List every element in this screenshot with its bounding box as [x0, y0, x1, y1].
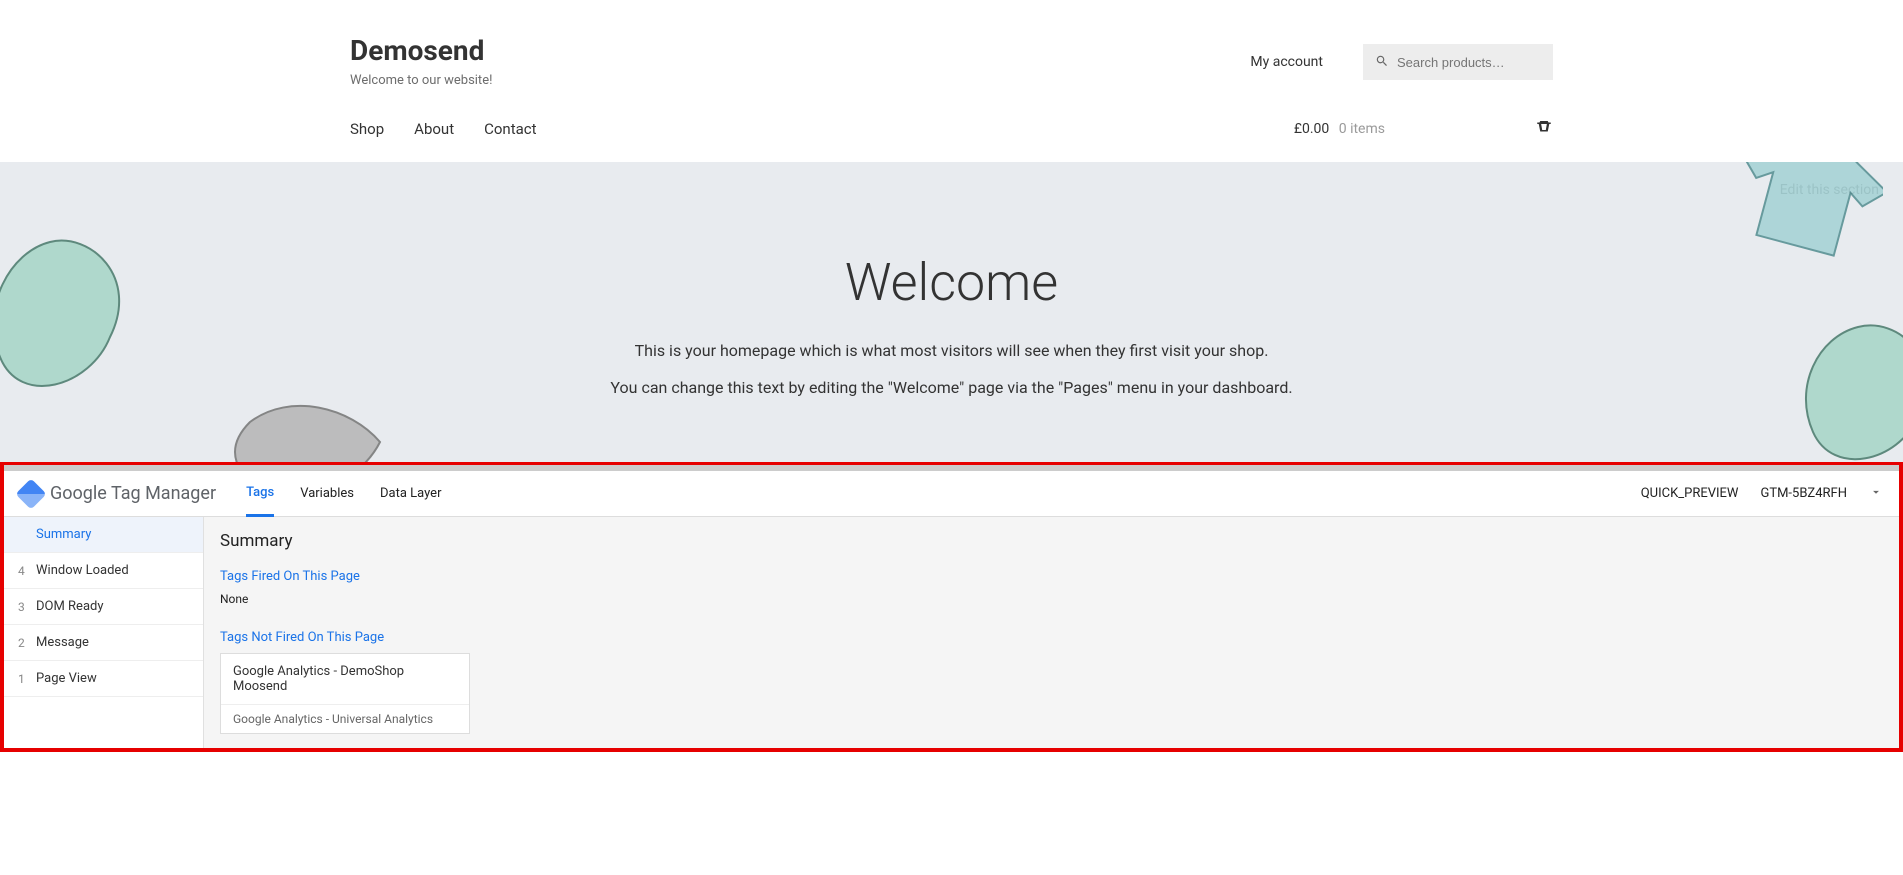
- gtm-side-dom-ready[interactable]: 3 DOM Ready: [4, 589, 203, 625]
- gtm-debug-panel: Google Tag Manager Tags Variables Data L…: [0, 462, 1903, 752]
- site-tagline: Welcome to our website!: [350, 73, 492, 88]
- gtm-logo-text: Google Tag Manager: [50, 483, 216, 504]
- site-title: Demosend: [350, 34, 492, 67]
- cart-items: 0 items: [1339, 121, 1385, 137]
- chevron-down-icon[interactable]: [1869, 485, 1883, 503]
- hero-line2: You can change this text by editing the …: [0, 378, 1903, 397]
- hero-line1: This is your homepage which is what most…: [0, 341, 1903, 360]
- gtm-tabs: Tags Variables Data Layer: [246, 471, 441, 517]
- nav-row: Shop About Contact £0.00 0 items: [0, 88, 1903, 162]
- search-box[interactable]: [1363, 44, 1553, 80]
- nav-contact[interactable]: Contact: [484, 120, 536, 138]
- nav-links: Shop About Contact: [350, 120, 537, 138]
- gtm-header-right: QUICK_PREVIEW GTM-5BZ4RFH: [1641, 485, 1883, 503]
- gtm-side-label: Window Loaded: [36, 563, 129, 578]
- gtm-header: Google Tag Manager Tags Variables Data L…: [4, 471, 1899, 517]
- gtm-side-label: Summary: [36, 527, 91, 542]
- decor-pants: [230, 402, 390, 462]
- search-input[interactable]: [1397, 55, 1541, 70]
- cart-price: £0.00: [1294, 121, 1329, 137]
- nav-about[interactable]: About: [414, 120, 454, 138]
- gtm-mode: QUICK_PREVIEW: [1641, 486, 1739, 501]
- gtm-tag-card[interactable]: Google Analytics - DemoShop Moosend Goog…: [220, 653, 470, 734]
- gtm-logo: Google Tag Manager: [20, 483, 216, 505]
- gtm-side-page-view[interactable]: 1 Page View: [4, 661, 203, 697]
- gtm-logo-icon: [15, 478, 46, 509]
- cart-area[interactable]: £0.00 0 items: [1294, 118, 1553, 140]
- gtm-tag-type: Google Analytics - Universal Analytics: [221, 704, 469, 733]
- my-account-link[interactable]: My account: [1250, 54, 1323, 70]
- brand-block: Demosend Welcome to our website!: [350, 34, 492, 88]
- hero-section: Edit this section Welcome This is your h…: [0, 162, 1903, 462]
- gtm-body: Summary 4 Window Loaded 3 DOM Ready 2 Me…: [4, 517, 1899, 748]
- gtm-fired-label: Tags Fired On This Page: [220, 569, 1883, 584]
- gtm-side-label: Message: [36, 635, 89, 650]
- gtm-fired-none: None: [220, 592, 1883, 606]
- gtm-sidebar: Summary 4 Window Loaded 3 DOM Ready 2 Me…: [4, 517, 204, 748]
- nav-shop[interactable]: Shop: [350, 120, 384, 138]
- gtm-side-summary[interactable]: Summary: [4, 517, 203, 553]
- cart-icon[interactable]: [1535, 118, 1553, 140]
- gtm-tab-datalayer[interactable]: Data Layer: [380, 472, 442, 515]
- decor-hoodie-left: [0, 237, 130, 407]
- header-right: My account: [1250, 44, 1553, 80]
- gtm-tab-variables[interactable]: Variables: [300, 472, 354, 515]
- hero-heading: Welcome: [0, 162, 1903, 313]
- gtm-main: Summary Tags Fired On This Page None Tag…: [204, 517, 1899, 748]
- gtm-tab-tags[interactable]: Tags: [246, 471, 274, 517]
- gtm-container-id: GTM-5BZ4RFH: [1760, 486, 1847, 501]
- gtm-side-label: Page View: [36, 671, 97, 686]
- gtm-main-title: Summary: [220, 531, 1883, 551]
- gtm-notfired-label: Tags Not Fired On This Page: [220, 630, 1883, 645]
- gtm-tag-name: Google Analytics - DemoShop Moosend: [221, 654, 469, 704]
- gtm-side-window-loaded[interactable]: 4 Window Loaded: [4, 553, 203, 589]
- site-header: Demosend Welcome to our website! My acco…: [0, 0, 1903, 88]
- gtm-side-message[interactable]: 2 Message: [4, 625, 203, 661]
- gtm-side-label: DOM Ready: [36, 599, 104, 614]
- search-icon: [1375, 53, 1389, 72]
- decor-tshirt: [1733, 162, 1883, 257]
- decor-hoodie-right: [1803, 322, 1903, 462]
